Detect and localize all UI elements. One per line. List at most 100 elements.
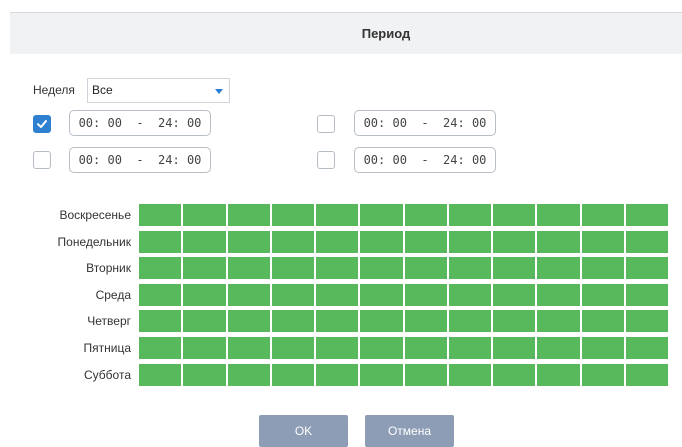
schedule-cell[interactable] bbox=[493, 231, 538, 253]
schedule-cell[interactable] bbox=[227, 204, 272, 226]
schedule-cell[interactable] bbox=[493, 284, 538, 306]
schedule-cell[interactable] bbox=[625, 310, 668, 332]
schedule-cell[interactable] bbox=[404, 364, 449, 386]
period-2-time[interactable]: 00: 00 - 24: 00 bbox=[354, 110, 496, 136]
schedule-cell[interactable] bbox=[316, 310, 361, 332]
schedule-cell[interactable] bbox=[404, 337, 449, 359]
schedule-cell[interactable] bbox=[493, 257, 538, 279]
schedule-cell[interactable] bbox=[581, 257, 626, 279]
schedule-cell[interactable] bbox=[537, 364, 582, 386]
schedule-cell[interactable] bbox=[139, 337, 184, 359]
schedule-cell[interactable] bbox=[625, 284, 668, 306]
day-row[interactable] bbox=[139, 231, 668, 253]
schedule-cell[interactable] bbox=[360, 284, 405, 306]
schedule-cell[interactable] bbox=[139, 257, 184, 279]
period-2-checkbox[interactable] bbox=[317, 115, 335, 133]
ok-button[interactable]: OK bbox=[259, 415, 348, 447]
schedule-cell[interactable] bbox=[316, 231, 361, 253]
schedule-cell[interactable] bbox=[404, 284, 449, 306]
period-1-checkbox[interactable] bbox=[33, 115, 51, 133]
schedule-cell[interactable] bbox=[271, 364, 316, 386]
schedule-cell[interactable] bbox=[271, 337, 316, 359]
schedule-cell[interactable] bbox=[493, 204, 538, 226]
schedule-cell[interactable] bbox=[537, 204, 582, 226]
schedule-cell[interactable] bbox=[271, 284, 316, 306]
schedule-cell[interactable] bbox=[316, 284, 361, 306]
schedule-cell[interactable] bbox=[448, 204, 493, 226]
schedule-cell[interactable] bbox=[139, 231, 184, 253]
schedule-cell[interactable] bbox=[448, 310, 493, 332]
schedule-cell[interactable] bbox=[448, 257, 493, 279]
day-row[interactable] bbox=[139, 364, 668, 386]
schedule-cell[interactable] bbox=[581, 284, 626, 306]
period-4-time[interactable]: 00: 00 - 24: 00 bbox=[354, 147, 496, 173]
schedule-cell[interactable] bbox=[581, 310, 626, 332]
schedule-cell[interactable] bbox=[404, 204, 449, 226]
schedule-cell[interactable] bbox=[448, 337, 493, 359]
schedule-cell[interactable] bbox=[316, 257, 361, 279]
schedule-cell[interactable] bbox=[227, 257, 272, 279]
schedule-cell[interactable] bbox=[537, 337, 582, 359]
schedule-cell[interactable] bbox=[537, 284, 582, 306]
schedule-cell[interactable] bbox=[139, 310, 184, 332]
schedule-cell[interactable] bbox=[227, 337, 272, 359]
schedule-cell[interactable] bbox=[139, 284, 184, 306]
schedule-cell[interactable] bbox=[183, 204, 228, 226]
schedule-cell[interactable] bbox=[227, 231, 272, 253]
schedule-cell[interactable] bbox=[493, 310, 538, 332]
schedule-cell[interactable] bbox=[227, 310, 272, 332]
schedule-cell[interactable] bbox=[360, 310, 405, 332]
schedule-cell[interactable] bbox=[360, 364, 405, 386]
day-row[interactable] bbox=[139, 257, 668, 279]
schedule-cell[interactable] bbox=[625, 364, 668, 386]
schedule-cell[interactable] bbox=[139, 204, 184, 226]
schedule-cell[interactable] bbox=[183, 257, 228, 279]
schedule-cell[interactable] bbox=[448, 231, 493, 253]
period-1-time[interactable]: 00: 00 - 24: 00 bbox=[69, 110, 211, 136]
schedule-cell[interactable] bbox=[271, 231, 316, 253]
schedule-cell[interactable] bbox=[493, 337, 538, 359]
schedule-cell[interactable] bbox=[581, 337, 626, 359]
cancel-button[interactable]: Отмена bbox=[365, 415, 454, 447]
schedule-cell[interactable] bbox=[183, 337, 228, 359]
schedule-cell[interactable] bbox=[581, 231, 626, 253]
schedule-cell[interactable] bbox=[183, 310, 228, 332]
schedule-cell[interactable] bbox=[271, 204, 316, 226]
schedule-cell[interactable] bbox=[227, 284, 272, 306]
schedule-cell[interactable] bbox=[183, 231, 228, 253]
schedule-cell[interactable] bbox=[625, 204, 668, 226]
schedule-cell[interactable] bbox=[139, 364, 184, 386]
schedule-cell[interactable] bbox=[404, 310, 449, 332]
period-4-checkbox[interactable] bbox=[317, 151, 335, 169]
day-row[interactable] bbox=[139, 337, 668, 359]
schedule-cell[interactable] bbox=[537, 310, 582, 332]
day-row[interactable] bbox=[139, 284, 668, 306]
schedule-cell[interactable] bbox=[448, 284, 493, 306]
schedule-cell[interactable] bbox=[271, 310, 316, 332]
period-3-time[interactable]: 00: 00 - 24: 00 bbox=[69, 147, 211, 173]
schedule-cell[interactable] bbox=[316, 204, 361, 226]
schedule-cell[interactable] bbox=[360, 257, 405, 279]
schedule-cell[interactable] bbox=[448, 364, 493, 386]
schedule-cell[interactable] bbox=[360, 204, 405, 226]
schedule-cell[interactable] bbox=[581, 204, 626, 226]
day-row[interactable] bbox=[139, 310, 668, 332]
schedule-cell[interactable] bbox=[360, 231, 405, 253]
schedule-cell[interactable] bbox=[183, 284, 228, 306]
schedule-cell[interactable] bbox=[537, 257, 582, 279]
schedule-cell[interactable] bbox=[493, 364, 538, 386]
schedule-cell[interactable] bbox=[316, 364, 361, 386]
week-select[interactable]: Все bbox=[87, 78, 230, 103]
schedule-cell[interactable] bbox=[625, 337, 668, 359]
schedule-cell[interactable] bbox=[404, 257, 449, 279]
schedule-cell[interactable] bbox=[625, 231, 668, 253]
schedule-cell[interactable] bbox=[537, 231, 582, 253]
schedule-cell[interactable] bbox=[227, 364, 272, 386]
schedule-cell[interactable] bbox=[316, 337, 361, 359]
schedule-cell[interactable] bbox=[625, 257, 668, 279]
period-3-checkbox[interactable] bbox=[33, 151, 51, 169]
schedule-cell[interactable] bbox=[183, 364, 228, 386]
day-row[interactable] bbox=[139, 204, 668, 226]
schedule-cell[interactable] bbox=[581, 364, 626, 386]
schedule-cell[interactable] bbox=[271, 257, 316, 279]
